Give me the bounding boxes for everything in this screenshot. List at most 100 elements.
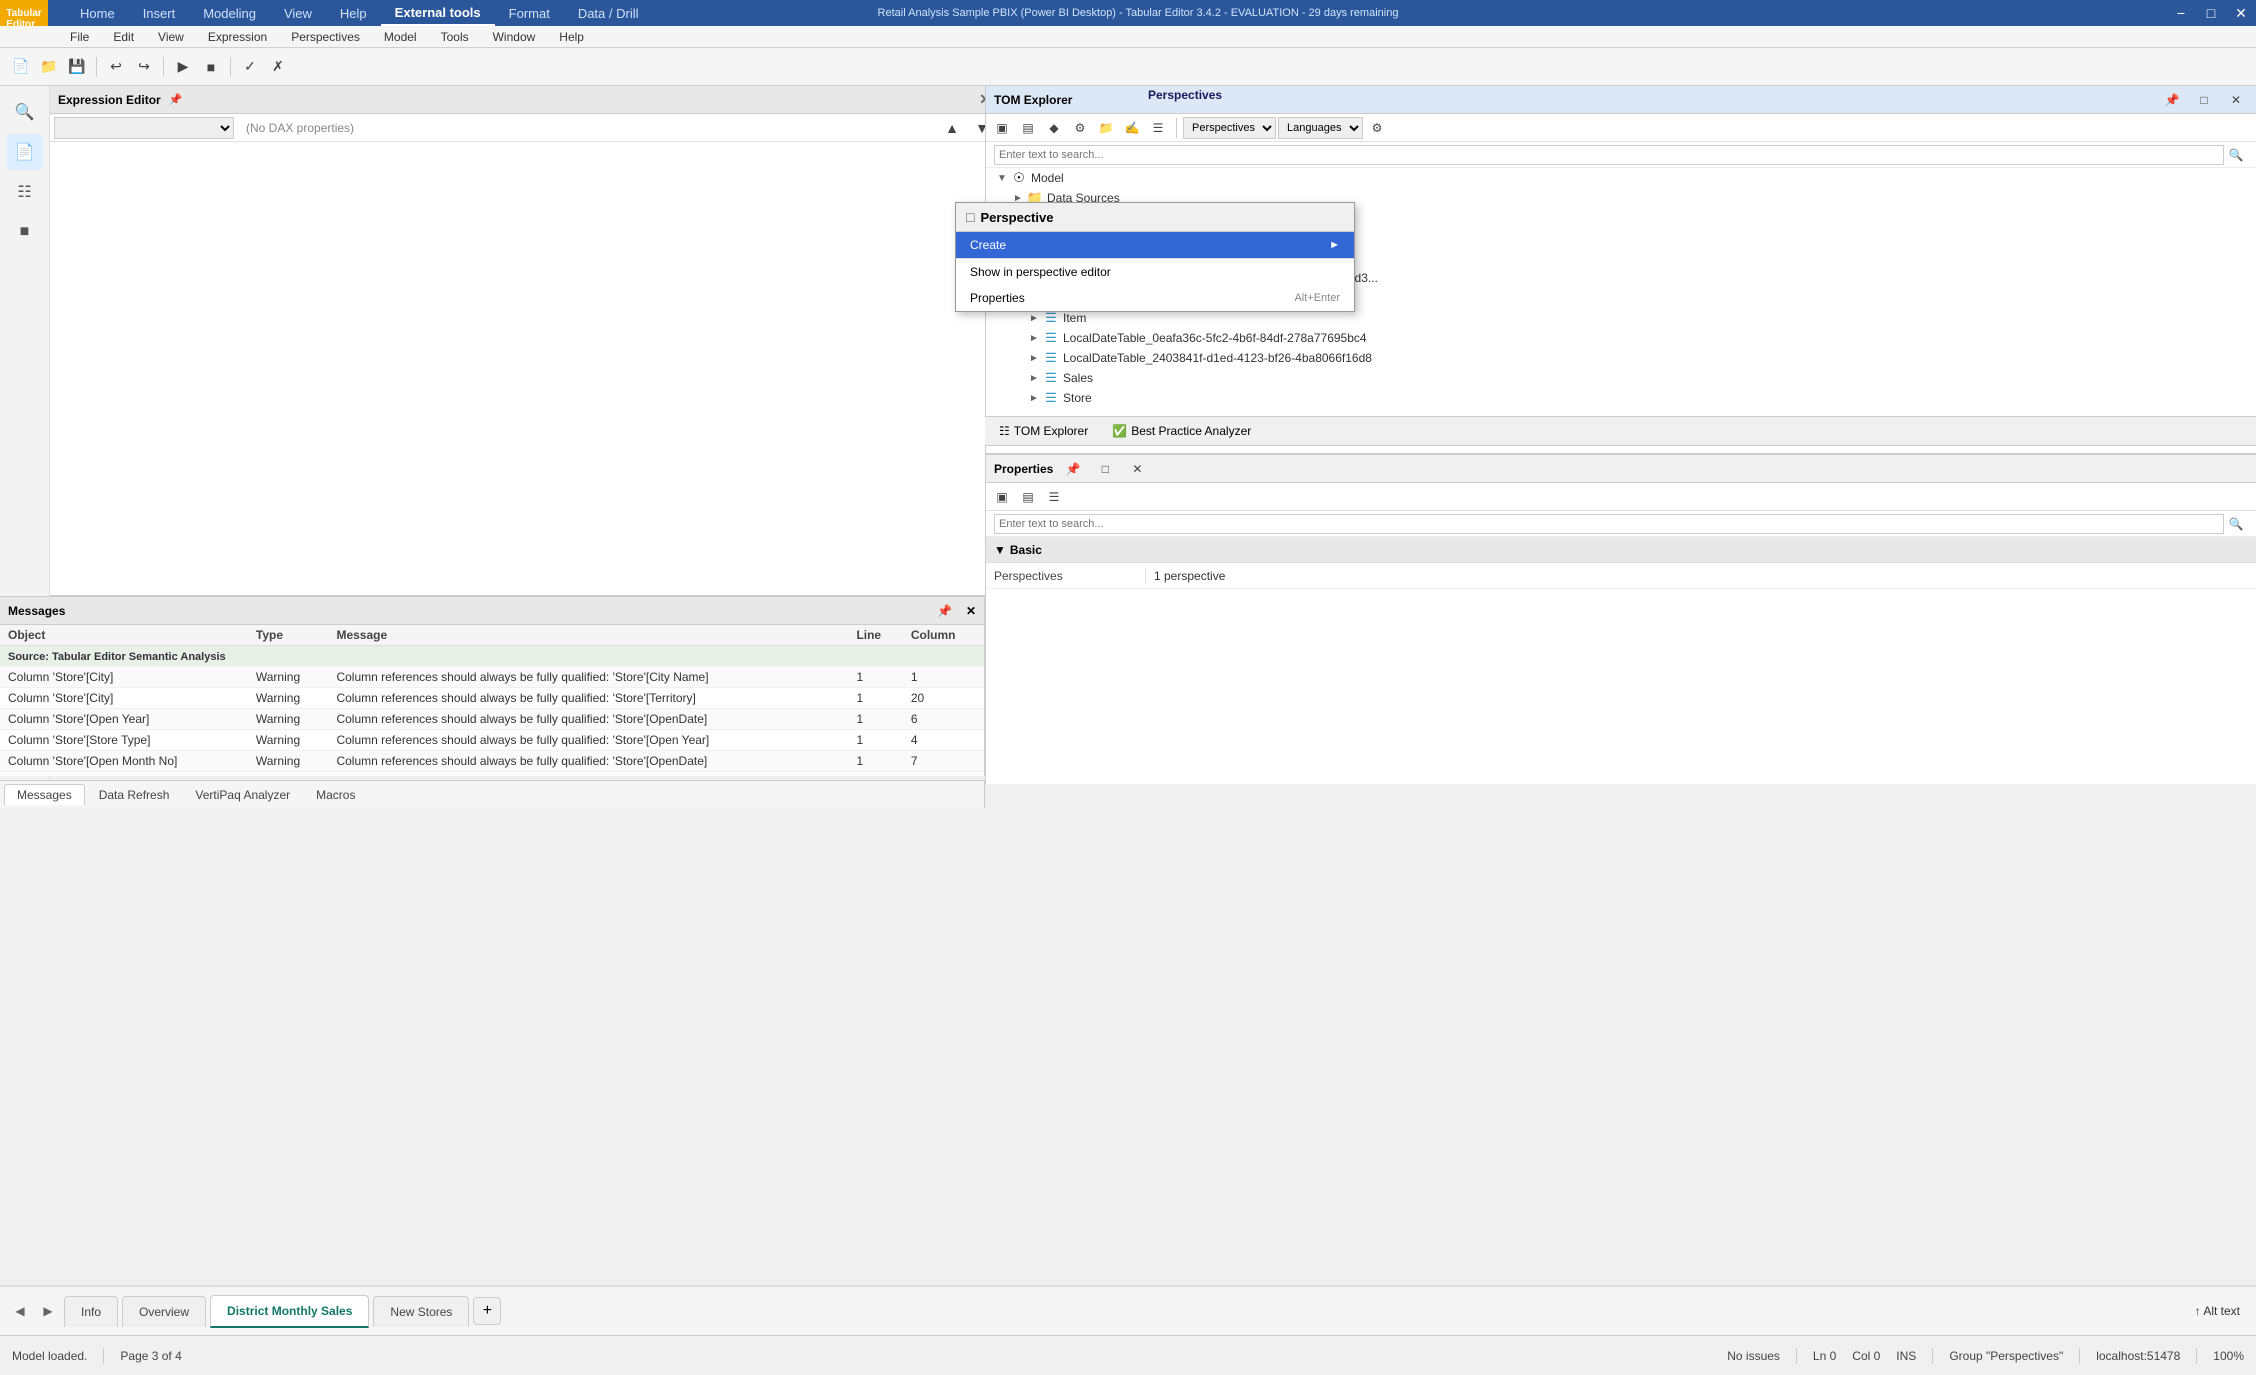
page-tab-info[interactable]: Info: [64, 1296, 118, 1327]
props-search-button[interactable]: 🔍: [2224, 513, 2248, 535]
bp-tab-messages[interactable]: Messages: [4, 784, 85, 805]
te-menu-tools[interactable]: Tools: [431, 28, 479, 46]
props-popout-button[interactable]: □: [1093, 458, 1117, 480]
status-bar: Model loaded. Page 3 of 4 No issues Ln 0…: [0, 1335, 2256, 1375]
tree-table-4[interactable]: ► ☰ LocalDateTable_2403841f-d1ed-4123-bf…: [986, 348, 2256, 368]
tab-tom-explorer[interactable]: ☷ TOM Explorer: [989, 420, 1098, 442]
bp-tab-macros[interactable]: Macros: [304, 785, 367, 805]
props-section-basic[interactable]: ▼ Basic: [986, 537, 2256, 563]
pin-icon[interactable]: 📌: [169, 93, 183, 106]
toolbar-check[interactable]: ✓: [237, 54, 263, 80]
tree-table-2-icon: ☰: [1042, 310, 1060, 326]
props-pin-button[interactable]: 📌: [1061, 458, 1085, 480]
restore-button[interactable]: □: [2196, 3, 2226, 23]
te-menu-view[interactable]: View: [148, 28, 194, 46]
props-close-button[interactable]: ✕: [1125, 458, 1149, 480]
props-tb-2[interactable]: ▤: [1016, 486, 1040, 508]
tom-tb-1[interactable]: ▣: [990, 117, 1014, 139]
main-toolbar: 📄 📁 💾 ↩ ↪ ▶ ■ ✓ ✗: [0, 48, 2256, 86]
tom-tb-sep: [1176, 118, 1177, 138]
messages-pin-icon[interactable]: 📌: [937, 604, 952, 618]
bp-tab-vertipaq[interactable]: VertiPaq Analyzer: [183, 785, 302, 805]
page-tab-district[interactable]: District Monthly Sales: [210, 1295, 369, 1328]
sidebar-table-icon[interactable]: 📄: [7, 134, 43, 170]
minimize-button[interactable]: −: [2166, 3, 2196, 23]
toolbar-undo[interactable]: ↩: [103, 54, 129, 80]
tom-tb-5[interactable]: 📁: [1094, 117, 1118, 139]
tom-tb-2[interactable]: ▤: [1016, 117, 1040, 139]
toolbar-new[interactable]: 📄: [8, 54, 34, 80]
properties-title-label: Properties: [994, 462, 1053, 476]
window-controls: − □ ✕: [2166, 0, 2256, 26]
ctx-item-properties[interactable]: Properties Alt+Enter: [956, 285, 1354, 311]
page-tab-newstores[interactable]: New Stores: [373, 1296, 469, 1327]
tom-tb-4[interactable]: ⚙: [1068, 117, 1092, 139]
tom-tb-3[interactable]: ◆: [1042, 117, 1066, 139]
props-search-row: 🔍: [986, 511, 2256, 537]
messages-close-icon[interactable]: ✕: [966, 604, 976, 618]
msg-type-4: Warning: [248, 751, 329, 772]
tab-best-practice[interactable]: ✅ Best Practice Analyzer: [1102, 420, 1261, 442]
msg-obj-1: Column 'Store'[City]: [0, 688, 248, 709]
message-row-1: Column 'Store'[City] Warning Column refe…: [0, 688, 984, 709]
tree-table-5[interactable]: ► ☰ Sales: [986, 368, 2256, 388]
sidebar-chart-icon[interactable]: ☷: [7, 174, 43, 210]
toolbar-redo[interactable]: ↪: [131, 54, 157, 80]
status-group: Group "Perspectives": [1949, 1349, 2063, 1363]
msg-obj-0: Column 'Store'[City]: [0, 667, 248, 688]
sidebar-search-icon[interactable]: 🔍: [7, 94, 43, 130]
props-search-input[interactable]: [994, 514, 2224, 534]
bp-tab-datarefresh[interactable]: Data Refresh: [87, 785, 182, 805]
te-menu-window[interactable]: Window: [483, 28, 546, 46]
toolbar-run[interactable]: ▶: [170, 54, 196, 80]
tree-table-3[interactable]: ► ☰ LocalDateTable_0eafa36c-5fc2-4b6f-84…: [986, 328, 2256, 348]
col-header-object: Object: [0, 625, 248, 646]
tom-pin-button[interactable]: 📌: [2160, 89, 2184, 111]
tree-model-arrow: ▼: [994, 173, 1010, 184]
te-menu-file[interactable]: File: [60, 28, 99, 46]
te-menu-perspectives[interactable]: Perspectives: [281, 28, 370, 46]
props-key-perspectives: Perspectives: [986, 569, 1146, 583]
te-menu-help[interactable]: Help: [549, 28, 594, 46]
ctx-item-show[interactable]: Show in perspective editor: [956, 259, 1354, 285]
toolbar-open[interactable]: 📁: [36, 54, 62, 80]
nav-prev[interactable]: ◀: [8, 1299, 32, 1323]
tom-bottom-tabs: ☷ TOM Explorer ✅ Best Practice Analyzer: [985, 416, 2256, 446]
ctx-item-create[interactable]: Create ►: [956, 232, 1354, 258]
close-button[interactable]: ✕: [2226, 3, 2256, 23]
te-menu-model[interactable]: Model: [374, 28, 427, 46]
te-menu-expression[interactable]: Expression: [198, 28, 277, 46]
tree-table-5-icon: ☰: [1042, 370, 1060, 386]
props-tb-3[interactable]: ☰: [1042, 486, 1066, 508]
tom-close-button[interactable]: ✕: [2224, 89, 2248, 111]
ctx-item-create-label: Create: [970, 238, 1006, 252]
expression-dropdown[interactable]: [54, 117, 234, 139]
tom-search-row: 🔍: [986, 142, 2256, 168]
tree-table-5-arrow: ►: [1026, 373, 1042, 384]
expr-nav-prev[interactable]: ▲: [939, 115, 965, 141]
alt-text-area: ↑ Alt text: [2187, 1300, 2248, 1322]
tom-settings-icon[interactable]: ⚙: [1365, 117, 1389, 139]
toolbar-save[interactable]: 💾: [64, 54, 90, 80]
tom-search-input[interactable]: [994, 145, 2224, 165]
nav-next[interactable]: ▶: [36, 1299, 60, 1323]
add-page-button[interactable]: +: [473, 1297, 501, 1325]
tom-popout-button[interactable]: □: [2192, 89, 2216, 111]
tree-model[interactable]: ▼ ☉ Model: [986, 168, 2256, 188]
toolbar-cancel[interactable]: ✗: [265, 54, 291, 80]
status-no-issues: No issues: [1727, 1349, 1780, 1363]
page-tab-overview[interactable]: Overview: [122, 1296, 206, 1327]
tab-tom-explorer-icon: ☷: [999, 424, 1010, 438]
languages-dropdown[interactable]: Languages: [1278, 117, 1363, 139]
tom-search-button[interactable]: 🔍: [2224, 144, 2248, 166]
sidebar-model-icon[interactable]: ■: [7, 214, 43, 250]
te-menu-edit[interactable]: Edit: [103, 28, 144, 46]
toolbar-stop[interactable]: ■: [198, 54, 224, 80]
msg-msg-1: Column references should always be fully…: [328, 688, 848, 709]
tom-tb-7[interactable]: ☰: [1146, 117, 1170, 139]
tom-tb-6[interactable]: ✍: [1120, 117, 1144, 139]
props-tb-1[interactable]: ▣: [990, 486, 1014, 508]
alt-text-button[interactable]: ↑ Alt text: [2187, 1300, 2248, 1322]
tree-table-6[interactable]: ► ☰ Store: [986, 388, 2256, 408]
perspectives-dropdown[interactable]: Perspectives: [1183, 117, 1276, 139]
